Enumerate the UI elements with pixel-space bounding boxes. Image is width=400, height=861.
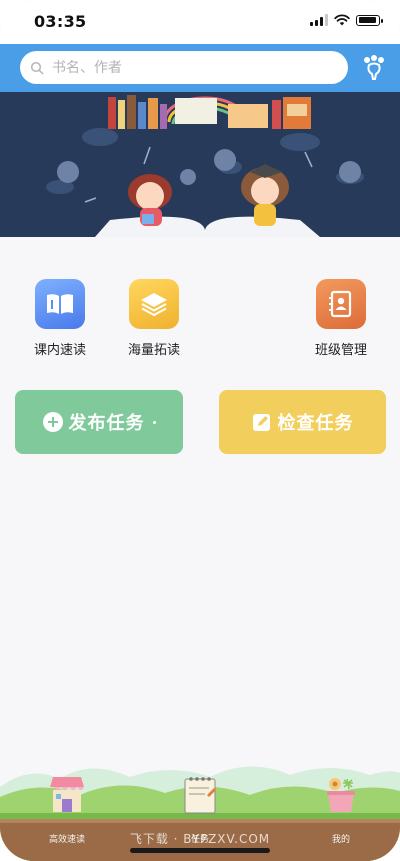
plus-circle-icon [42,412,63,432]
search-header [0,44,400,92]
flower-pot-icon [327,778,355,812]
battery-icon [356,14,383,26]
banner-artwork [0,92,400,237]
wifi-icon [334,14,350,26]
book-icon [35,279,85,329]
publish-task-button[interactable]: 发布任务 [15,390,183,454]
layers-icon [129,279,179,329]
edit-icon [252,414,270,431]
status-icons [310,14,383,26]
contacts-icon [316,279,366,329]
menu-item-extended-reading[interactable]: 海量拓读 [116,265,192,365]
search-input[interactable] [50,58,324,77]
signal-icon [310,14,328,26]
feature-menu: 课内速读 海量拓读 班级管理 [12,265,388,365]
menu-label: 课内速读 [33,343,86,358]
footprint-icon[interactable] [360,53,388,81]
main-content: 课内速读 海量拓读 班级管理 发布任务 检查任务 [0,237,400,757]
search-icon [30,61,44,74]
banner-illustration[interactable] [0,92,400,237]
status-bar: 03:35 [0,0,400,44]
menu-item-class-management[interactable]: 班级管理 [303,265,379,365]
shop-house-icon [50,777,84,812]
menu-label: 班级管理 [314,343,367,358]
status-time: 03:35 [34,12,87,31]
publish-task-label: 发布任务 [68,413,145,434]
search-box[interactable] [20,51,348,84]
dot-icon [152,420,156,424]
phone-screen: 03:35 书名、作者 课内速读 海量拓读 班级管理 发布任务 检查任务 高效速… [0,0,400,861]
menu-item-in-class-reading[interactable]: 课内速读 [22,265,98,365]
task-notebook-icon [184,777,216,814]
menu-label: 海量拓读 [127,343,180,358]
check-task-button[interactable]: 检查任务 [219,390,386,454]
check-task-label: 检查任务 [277,413,354,434]
home-indicator[interactable] [130,848,270,853]
watermark-text: 飞下载 · BYFZXV.COM [129,832,271,846]
